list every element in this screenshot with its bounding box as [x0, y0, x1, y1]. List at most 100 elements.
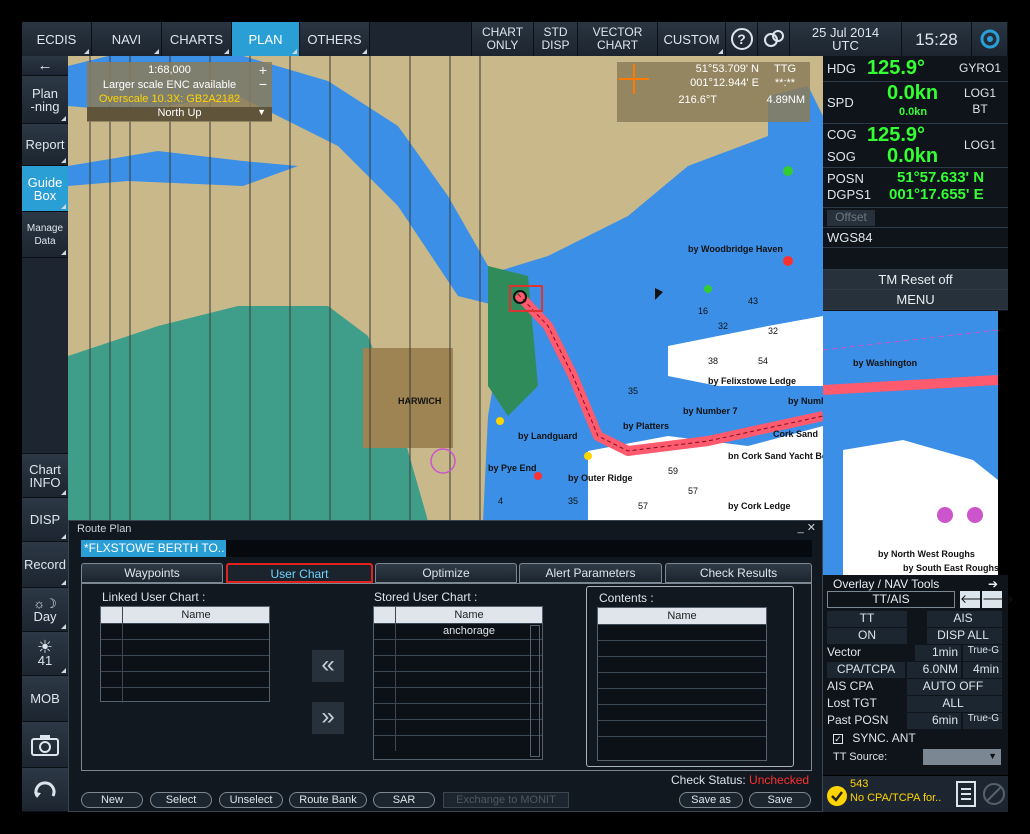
mob-button[interactable]: MOB: [22, 676, 68, 722]
cpa-value[interactable]: 6.0NM: [907, 662, 961, 678]
table-row[interactable]: [598, 656, 766, 672]
vector-value[interactable]: 1min: [915, 645, 961, 661]
table-row[interactable]: [101, 639, 269, 655]
table-row[interactable]: [598, 704, 766, 720]
stored-scrollbar[interactable]: [530, 625, 540, 757]
sar-button[interactable]: SAR: [373, 792, 435, 808]
chart-info-button[interactable]: Chart INFO: [22, 454, 68, 498]
chart-only-button[interactable]: CHART ONLY: [472, 22, 534, 56]
std-disp-button[interactable]: STD DISP: [534, 22, 578, 56]
power-button[interactable]: [972, 22, 1008, 56]
planning-button[interactable]: Plan -ning: [22, 76, 68, 124]
past-posn-mode[interactable]: True-G: [963, 713, 1002, 729]
save-button[interactable]: Save: [749, 792, 811, 808]
navi-tab[interactable]: NAVI: [92, 22, 162, 56]
charts-tab[interactable]: CHARTS: [162, 22, 232, 56]
report-button[interactable]: Report: [22, 124, 68, 166]
table-row[interactable]: [101, 655, 269, 671]
table-row[interactable]: [598, 624, 766, 640]
stored-user-chart-table[interactable]: Name anchorage: [373, 606, 543, 760]
orientation-select[interactable]: North Up ▼: [87, 107, 272, 121]
undo-button[interactable]: [22, 768, 68, 812]
tt-source-select[interactable]: ▼: [923, 749, 1001, 765]
menu-button[interactable]: MENU: [823, 290, 1008, 310]
table-row[interactable]: [598, 672, 766, 688]
route-name-field[interactable]: *FLXSTOWE BERTH TO..: [81, 540, 226, 557]
linked-user-chart-table[interactable]: Name: [100, 606, 270, 703]
table-row[interactable]: [101, 687, 269, 703]
disp-button[interactable]: DISP: [22, 498, 68, 542]
alert-mute-button[interactable]: [979, 776, 1008, 812]
manage-data-button[interactable]: Manage Data: [22, 212, 68, 258]
sog-value: 0.0kn: [887, 145, 939, 167]
ais-disp-all-button[interactable]: DISP ALL: [927, 628, 1002, 644]
table-row[interactable]: [374, 655, 542, 671]
day-night-button[interactable]: ☼☽ Day: [22, 588, 68, 632]
guide-box-button[interactable]: Guide Box: [22, 166, 68, 212]
overlay-arrow-icon[interactable]: ➔: [988, 577, 998, 591]
prev-tab-button[interactable]: 🡐: [960, 591, 992, 608]
new-button[interactable]: New: [81, 792, 143, 808]
remove-from-linked-button[interactable]: »: [312, 702, 344, 734]
add-to-linked-button[interactable]: «: [312, 650, 344, 682]
screenshot-button[interactable]: [22, 722, 68, 768]
vector-chart-button[interactable]: VECTOR CHART: [578, 22, 658, 56]
posn-source[interactable]: DGPS1: [827, 187, 871, 202]
zoom-out-button[interactable]: −: [255, 76, 271, 92]
nautical-chart[interactable]: HARWICH by Woodbridge Haven by Felixstow…: [68, 56, 823, 521]
tab-check-results[interactable]: Check Results: [665, 563, 812, 583]
select-button[interactable]: Select: [150, 792, 212, 808]
table-row[interactable]: [374, 687, 542, 703]
ais-cpa-value[interactable]: AUTO OFF: [907, 679, 1002, 695]
table-row[interactable]: [374, 671, 542, 687]
disp-label: DISP: [29, 512, 61, 527]
tcpa-value[interactable]: 4min: [963, 662, 1002, 678]
alert-list-button[interactable]: [953, 776, 979, 812]
nautical-chart-right[interactable]: by Washington by North West Roughs by So…: [823, 310, 998, 575]
save-as-button[interactable]: Save as: [679, 792, 743, 808]
table-row[interactable]: [374, 639, 542, 655]
ecdis-menu[interactable]: ECDIS: [22, 22, 92, 56]
table-row[interactable]: [374, 703, 542, 719]
minimize-close-icons[interactable]: _ ✕: [798, 521, 816, 534]
sync-ant-checkbox[interactable]: ✓: [833, 734, 843, 744]
tab-tt-ais[interactable]: TT/AIS: [827, 591, 955, 608]
route-bank-button[interactable]: Route Bank: [289, 792, 367, 808]
help-button[interactable]: ?: [726, 22, 758, 56]
offset-button[interactable]: Offset: [827, 210, 875, 226]
vector-mode[interactable]: True-G: [963, 645, 1002, 661]
cpa-tcpa-button[interactable]: CPA/TCPA: [827, 662, 905, 678]
tab-alert-parameters[interactable]: Alert Parameters: [519, 563, 662, 583]
table-row[interactable]: [101, 671, 269, 687]
plan-tab[interactable]: PLAN: [232, 22, 300, 56]
alert-box[interactable]: 543 No CPA/TCPA for..: [823, 776, 953, 812]
tools-button[interactable]: [758, 22, 790, 56]
hdg-source[interactable]: GYRO1: [953, 61, 1007, 75]
next-tab-button[interactable]: 🡒: [982, 591, 1014, 608]
table-row[interactable]: anchorage: [374, 623, 542, 639]
back-button[interactable]: ←: [22, 56, 68, 76]
table-row[interactable]: [598, 640, 766, 656]
record-button[interactable]: Record: [22, 542, 68, 588]
tt-on-button[interactable]: ON: [827, 628, 907, 644]
tab-user-chart[interactable]: User Chart: [226, 563, 373, 583]
table-row[interactable]: [374, 719, 542, 735]
spd-source[interactable]: LOG1: [953, 86, 1007, 100]
unselect-button[interactable]: Unselect: [219, 792, 283, 808]
table-row[interactable]: [598, 688, 766, 704]
exchange-to-monit-button[interactable]: Exchange to MONIT: [443, 792, 569, 808]
table-row[interactable]: [598, 720, 766, 736]
custom-button[interactable]: CUSTOM: [658, 22, 726, 56]
tm-reset-button[interactable]: TM Reset off: [823, 270, 1008, 290]
table-row[interactable]: [101, 623, 269, 639]
past-posn-value[interactable]: 6min: [907, 713, 961, 729]
table-row[interactable]: [374, 735, 542, 751]
cog-source[interactable]: LOG1: [953, 138, 1007, 152]
tab-optimize[interactable]: Optimize: [375, 563, 517, 583]
contents-table[interactable]: Name: [597, 607, 767, 761]
brightness-button[interactable]: ☀ 41: [22, 632, 68, 676]
others-tab[interactable]: OTHERS: [300, 22, 370, 56]
lost-tgt-value[interactable]: ALL: [907, 696, 1002, 712]
table-row[interactable]: [598, 736, 766, 752]
tab-waypoints[interactable]: Waypoints: [81, 563, 223, 583]
